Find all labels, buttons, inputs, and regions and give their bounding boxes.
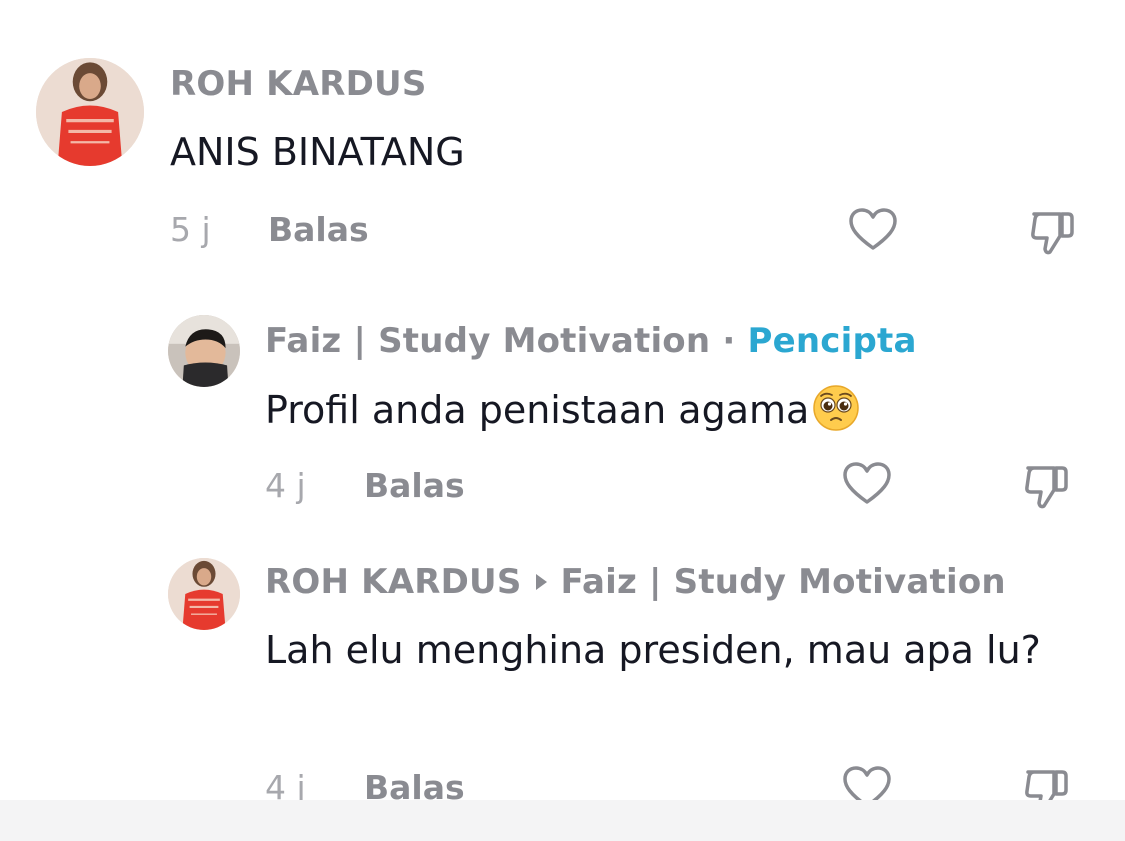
avatar[interactable] [36,58,144,166]
comment-text: ANIS BINATANG [170,130,465,174]
comment-username[interactable]: ROH KARDUS [170,64,427,104]
comment-username: ROH KARDUS Faiz | Study Motivation [265,562,1006,602]
pleading-face-emoji [811,383,861,433]
comment-item: ROH KARDUS ANIS BINATANG 5 j Balas [0,0,1125,300]
username-text[interactable]: Faiz | Study Motivation [265,321,710,361]
username-separator: · [722,321,736,361]
comment-text: Lah elu menghina presiden, mau apa lu? [265,628,1041,672]
reply-to-username[interactable]: Faiz | Study Motivation [561,562,1006,602]
heart-outline-icon[interactable] [840,458,894,512]
heart-outline-icon[interactable] [846,204,900,258]
avatar[interactable] [168,558,240,630]
username-text[interactable]: ROH KARDUS [265,562,522,602]
reply-item: ROH KARDUS Faiz | Study Motivation Lah el… [0,540,1125,840]
thumbs-down-icon[interactable] [1020,460,1074,514]
comment-username: Faiz | Study Motivation · Pencipta [265,321,917,361]
bottom-bar [0,800,1125,841]
comment-time: 4 j [265,466,306,505]
reply-item: Faiz | Study Motivation · Pencipta Profi… [0,300,1125,540]
creator-badge: Pencipta [747,321,917,361]
avatar[interactable] [168,315,240,387]
reply-button[interactable]: Balas [268,210,369,249]
comment-text-content: Profil anda penistaan agama [265,388,810,432]
reply-button[interactable]: Balas [364,466,465,505]
comment-text: Profil anda penistaan agama [265,382,861,439]
reply-arrow-icon [535,573,547,590]
username-text[interactable]: ROH KARDUS [170,64,427,104]
comment-time: 5 j [170,210,211,249]
thumbs-down-icon[interactable] [1026,206,1080,260]
